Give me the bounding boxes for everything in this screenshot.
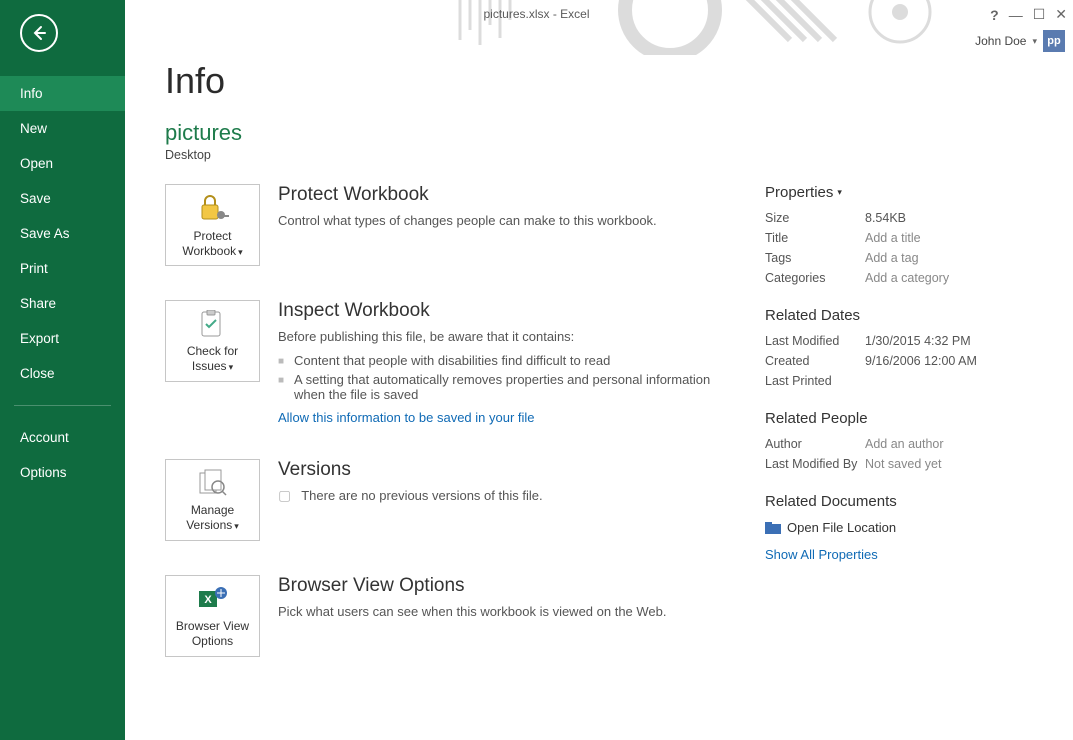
prop-label-categories: Categories (765, 271, 865, 285)
sidebar-item-save[interactable]: Save (0, 181, 125, 216)
sidebar-item-label: Account (20, 430, 69, 445)
prop-value-author[interactable]: Add an author (865, 437, 944, 451)
bullet-icon: ■ (278, 356, 284, 368)
sidebar-item-label: Save (20, 191, 51, 206)
tile-label: Options (192, 634, 233, 648)
protect-workbook-tile[interactable]: ProtectWorkbook▾ (165, 184, 260, 266)
prop-label-modified-by: Last Modified By (765, 457, 865, 471)
svg-text:X: X (204, 594, 212, 606)
document-check-icon (198, 310, 228, 338)
sidebar-item-label: Print (20, 261, 48, 276)
tile-label: Versions (186, 518, 232, 532)
related-dates-heading: Related Dates (765, 307, 1035, 324)
prop-label-created: Created (765, 354, 865, 368)
sidebar-item-open[interactable]: Open (0, 146, 125, 181)
chevron-down-icon: ▾ (229, 362, 234, 372)
related-people-heading: Related People (765, 410, 1035, 427)
sidebar-item-share[interactable]: Share (0, 286, 125, 321)
versions-section-title: Versions (278, 459, 725, 481)
prop-label-last-printed: Last Printed (765, 374, 865, 388)
properties-heading-label: Properties (765, 184, 833, 201)
prop-label-last-modified: Last Modified (765, 334, 865, 348)
prop-label-size: Size (765, 211, 865, 225)
prop-label-title: Title (765, 231, 865, 245)
sidebar-item-account[interactable]: Account (0, 420, 125, 455)
browser-section-title: Browser View Options (278, 575, 725, 597)
show-all-properties-link[interactable]: Show All Properties (765, 547, 878, 562)
page-title: Info (165, 60, 1053, 102)
check-for-issues-tile[interactable]: Check forIssues▾ (165, 300, 260, 382)
sidebar-item-label: Save As (20, 226, 70, 241)
sidebar-item-info[interactable]: Info (0, 76, 125, 111)
sidebar-item-export[interactable]: Export (0, 321, 125, 356)
lock-icon (196, 193, 230, 223)
sidebar-item-close[interactable]: Close (0, 356, 125, 391)
tile-label: Manage (191, 503, 234, 517)
related-documents-heading: Related Documents (765, 493, 1035, 510)
document-title: pictures (165, 120, 1053, 146)
open-file-location-link[interactable]: Open File Location (765, 520, 1035, 535)
tile-label: Browser View (176, 619, 249, 633)
content-area: Info pictures Desktop ProtectWorkbook▾ P… (125, 0, 1073, 740)
protect-section-title: Protect Workbook (278, 184, 725, 206)
sidebar-item-label: Close (20, 366, 55, 381)
tile-label: Check for (187, 344, 238, 358)
excel-web-icon: X (197, 585, 229, 613)
back-arrow-icon (29, 23, 49, 43)
inspect-bullet: A setting that automatically removes pro… (294, 372, 725, 402)
tile-label: Issues (192, 359, 227, 373)
sidebar-divider (14, 405, 111, 406)
prop-value-created: 9/16/2006 12:00 AM (865, 354, 977, 368)
prop-value-tags[interactable]: Add a tag (865, 251, 919, 265)
inspect-section-desc: Before publishing this file, be aware th… (278, 328, 725, 347)
prop-value-size: 8.54KB (865, 211, 906, 225)
browser-view-options-tile[interactable]: X Browser ViewOptions (165, 575, 260, 657)
sidebar-item-label: New (20, 121, 47, 136)
prop-label-author: Author (765, 437, 865, 451)
bullet-icon: ■ (278, 375, 284, 402)
versions-section-desc: There are no previous versions of this f… (301, 488, 542, 503)
document-outline-icon: ▢ (278, 487, 291, 504)
chevron-down-icon: ▾ (837, 187, 842, 198)
sidebar-item-label: Share (20, 296, 56, 311)
sidebar-item-label: Info (20, 86, 43, 101)
prop-value-last-modified: 1/30/2015 4:32 PM (865, 334, 971, 348)
back-button[interactable] (20, 14, 58, 52)
sidebar-item-print[interactable]: Print (0, 251, 125, 286)
browser-section-desc: Pick what users can see when this workbo… (278, 603, 725, 622)
tile-label: Workbook (182, 244, 236, 258)
sidebar-item-save-as[interactable]: Save As (0, 216, 125, 251)
sidebar-item-label: Export (20, 331, 59, 346)
manage-versions-tile[interactable]: ManageVersions▾ (165, 459, 260, 541)
sidebar-item-new[interactable]: New (0, 111, 125, 146)
prop-value-title[interactable]: Add a title (865, 231, 921, 245)
properties-heading[interactable]: Properties ▾ (765, 184, 1035, 201)
prop-label-tags: Tags (765, 251, 865, 265)
chevron-down-icon: ▾ (234, 521, 239, 531)
backstage-sidebar: Info New Open Save Save As Print Share E… (0, 0, 125, 740)
versions-icon (198, 469, 228, 497)
sidebar-item-options[interactable]: Options (0, 455, 125, 490)
prop-value-categories[interactable]: Add a category (865, 271, 949, 285)
tile-label: Protect (193, 229, 231, 243)
chevron-down-icon: ▾ (238, 247, 243, 257)
sidebar-item-label: Open (20, 156, 53, 171)
document-location: Desktop (165, 148, 1053, 162)
folder-icon (765, 522, 781, 534)
inspect-section-title: Inspect Workbook (278, 300, 725, 322)
prop-value-modified-by: Not saved yet (865, 457, 941, 471)
sidebar-item-label: Options (20, 465, 67, 480)
open-file-location-label: Open File Location (787, 520, 896, 535)
inspect-bullet: Content that people with disabilities fi… (294, 353, 610, 368)
allow-info-link[interactable]: Allow this information to be saved in yo… (278, 410, 535, 425)
protect-section-desc: Control what types of changes people can… (278, 212, 725, 231)
